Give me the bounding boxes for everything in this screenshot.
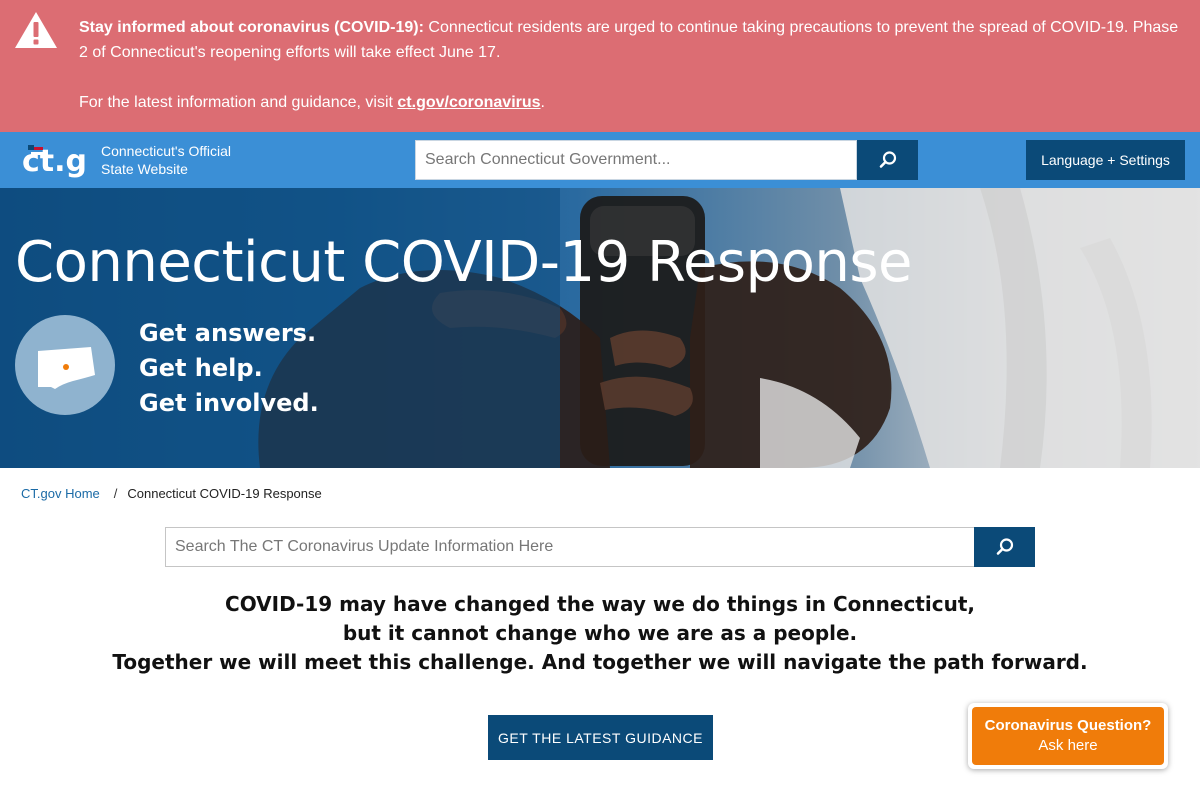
alert-heading: Stay informed about coronavirus (COVID-1… [79,19,424,36]
breadcrumb-separator: / [113,486,118,501]
ct-gov-logo[interactable]: ct.gov [22,141,88,181]
warning-triangle-icon [15,12,57,48]
site-header: ct.gov Connecticut's Official State Webs… [0,132,1200,188]
logo-subtitle: Connecticut's Official State Website [101,142,231,178]
alert-message: Stay informed about coronavirus (COVID-1… [79,15,1179,115]
government-search-input[interactable] [415,140,857,180]
message-line-1: COVID-19 may have changed the way we do … [225,592,975,616]
chat-title: Coronavirus Question? [984,717,1152,734]
alert-info-prefix: For the latest information and guidance,… [79,94,398,111]
government-search-button[interactable] [857,140,918,180]
message-line-3: Together we will meet this challenge. An… [112,650,1088,674]
breadcrumb-home-link[interactable]: CT.gov Home [21,486,100,501]
hero-banner: Connecticut COVID-19 Response Get answer… [0,188,1200,468]
chat-button[interactable]: Coronavirus Question? Ask here [972,707,1164,765]
solidarity-message: COVID-19 may have changed the way we do … [0,590,1200,677]
hero-tagline: Get answers. Get help. Get involved. [139,316,319,421]
covid-alert-banner: Stay informed about coronavirus (COVID-1… [0,0,1200,132]
alert-info-suffix: . [540,94,545,111]
chat-subtitle: Ask here [1038,737,1098,754]
hero-line-help: Get help. [139,354,263,382]
message-line-2: but it cannot change who we are as a peo… [342,621,858,645]
hero-line-answers: Get answers. [139,319,317,347]
breadcrumb: CT.gov Home / Connecticut COVID-19 Respons… [21,486,322,501]
search-icon [996,538,1013,555]
hero-line-involved: Get involved. [139,389,319,417]
breadcrumb-current: Connecticut COVID-19 Response [127,486,322,501]
coronavirus-search-button[interactable] [974,527,1035,567]
coronavirus-search-input[interactable] [165,527,975,567]
search-icon [879,151,896,168]
latest-guidance-button[interactable]: GET THE LATEST GUIDANCE [488,715,713,760]
page-title: Connecticut COVID-19 Response [15,230,913,295]
coronavirus-link[interactable]: ct.gov/coronavirus [397,94,540,111]
logo-subtitle-line2: State Website [101,161,188,177]
connecticut-map-icon [15,315,115,415]
language-settings-button[interactable]: Language + Settings [1026,140,1185,180]
coronavirus-chat-widget[interactable]: Coronavirus Question? Ask here [968,703,1168,769]
logo-subtitle-line1: Connecticut's Official [101,143,232,159]
